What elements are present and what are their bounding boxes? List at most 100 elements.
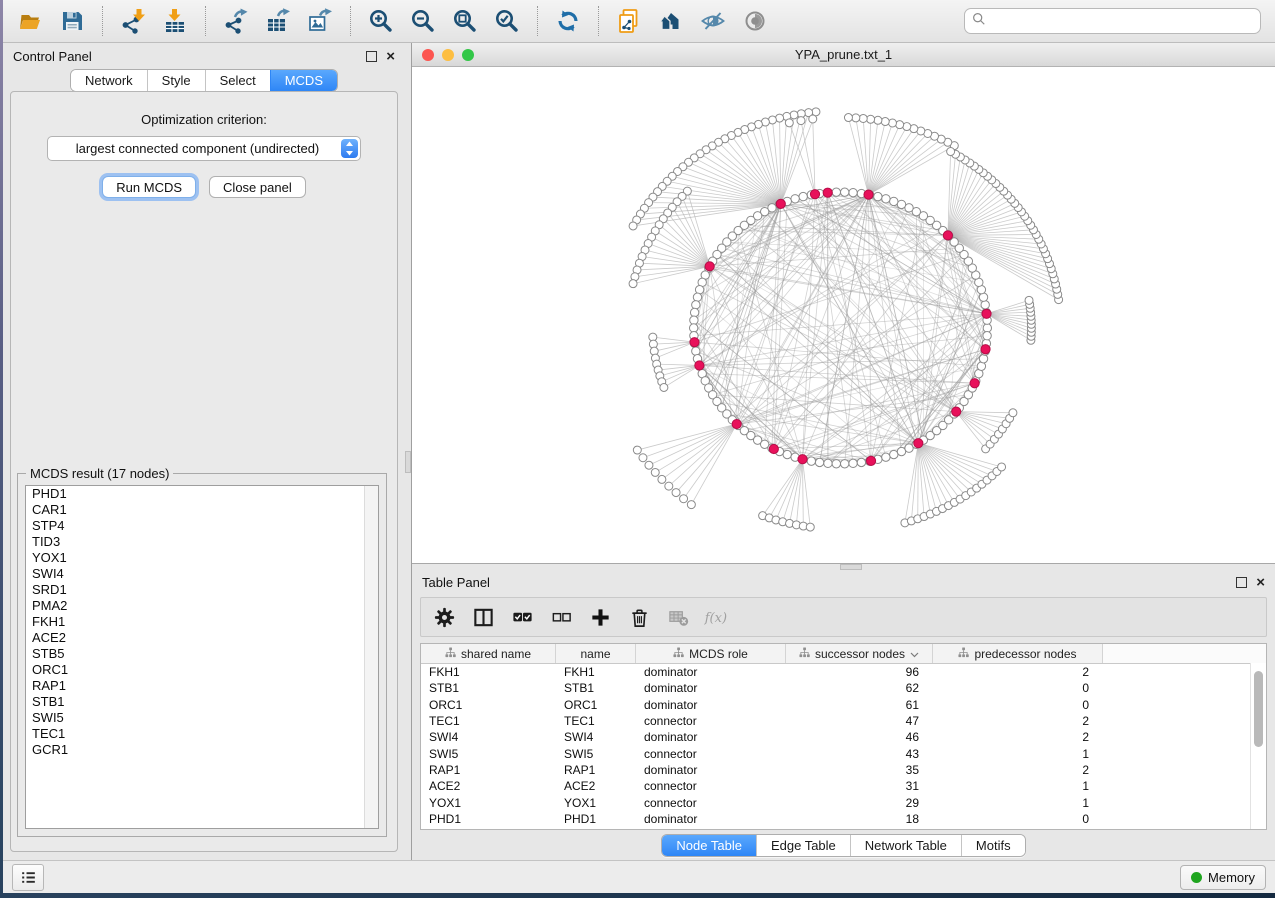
- graph-leaf-node[interactable]: [998, 463, 1006, 471]
- table-cell[interactable]: connector: [636, 714, 786, 728]
- table-cell[interactable]: RAP1: [556, 763, 636, 777]
- table-cell[interactable]: 18: [786, 812, 933, 826]
- zoom-fit-icon[interactable]: [449, 5, 481, 37]
- graph-node[interactable]: [890, 197, 898, 205]
- mcds-result-item[interactable]: RAP1: [26, 678, 378, 694]
- graph-mcds-hub-node[interactable]: [810, 190, 819, 199]
- graph-leaf-node[interactable]: [645, 461, 653, 469]
- graph-node[interactable]: [692, 301, 700, 309]
- graph-node[interactable]: [690, 308, 698, 316]
- table-cell[interactable]: RAP1: [421, 763, 556, 777]
- mcds-result-list[interactable]: PHD1CAR1STP4TID3YOX1SWI4SRD1PMA2FKH1ACE2…: [25, 485, 379, 829]
- graph-leaf-node[interactable]: [859, 114, 867, 122]
- table-cell[interactable]: FKH1: [556, 665, 636, 679]
- tab-node-table[interactable]: Node Table: [662, 835, 756, 856]
- graph-mcds-hub-node[interactable]: [776, 199, 785, 208]
- search-input[interactable]: [991, 11, 1260, 31]
- graph-node[interactable]: [841, 188, 849, 196]
- graph-mcds-hub-node[interactable]: [705, 262, 714, 271]
- table-cell[interactable]: ORC1: [556, 698, 636, 712]
- mcds-result-item[interactable]: STB1: [26, 694, 378, 710]
- zoom-out-icon[interactable]: [407, 5, 439, 37]
- graph-leaf-node[interactable]: [809, 115, 817, 123]
- graph-node[interactable]: [890, 450, 898, 458]
- graph-mcds-hub-node[interactable]: [970, 379, 979, 388]
- table-cell[interactable]: dominator: [636, 730, 786, 744]
- graph-leaf-node[interactable]: [785, 119, 793, 127]
- table-cell[interactable]: 2: [933, 665, 1103, 679]
- graph-leaf-node[interactable]: [672, 489, 680, 497]
- graph-leaf-node[interactable]: [639, 454, 647, 462]
- table-cell[interactable]: PHD1: [556, 812, 636, 826]
- refresh-layout-icon[interactable]: [552, 5, 584, 37]
- graph-node[interactable]: [791, 195, 799, 203]
- close-panel-icon[interactable]: ×: [386, 52, 395, 61]
- table-cell[interactable]: 0: [933, 698, 1103, 712]
- graph-leaf-node[interactable]: [888, 119, 896, 127]
- table-cell[interactable]: SWI5: [556, 747, 636, 761]
- vertical-splitter[interactable]: [405, 43, 411, 860]
- graph-mcds-hub-node[interactable]: [864, 190, 873, 199]
- graph-leaf-node[interactable]: [867, 115, 875, 123]
- graph-node[interactable]: [690, 316, 698, 324]
- deselect-all-rows-icon[interactable]: [548, 604, 574, 630]
- graph-mcds-hub-node[interactable]: [981, 345, 990, 354]
- close-panel-button[interactable]: Close panel: [209, 176, 306, 198]
- mcds-result-item[interactable]: FKH1: [26, 614, 378, 630]
- graph-mcds-hub-node[interactable]: [732, 419, 741, 428]
- tab-style[interactable]: Style: [147, 70, 205, 91]
- table-cell[interactable]: YOX1: [421, 796, 556, 810]
- float-panel-icon[interactable]: [366, 51, 377, 62]
- zoom-in-icon[interactable]: [365, 5, 397, 37]
- network-window-titlebar[interactable]: YPA_prune.txt_1: [412, 43, 1275, 67]
- tab-network-table[interactable]: Network Table: [850, 835, 961, 856]
- tab-network[interactable]: Network: [71, 70, 147, 91]
- table-row[interactable]: RAP1RAP1dominator352: [421, 762, 1266, 778]
- table-cell[interactable]: 0: [933, 812, 1103, 826]
- graph-mcds-hub-node[interactable]: [690, 338, 699, 347]
- column-header-predecessor-nodes[interactable]: predecessor nodes: [933, 644, 1103, 663]
- graph-node[interactable]: [983, 324, 991, 332]
- graph-leaf-node[interactable]: [1025, 296, 1033, 304]
- graph-node[interactable]: [815, 458, 823, 466]
- tab-motifs[interactable]: Motifs: [961, 835, 1025, 856]
- table-cell[interactable]: 1: [933, 747, 1103, 761]
- graph-mcds-hub-node[interactable]: [914, 439, 923, 448]
- run-mcds-button[interactable]: Run MCDS: [102, 176, 196, 198]
- graph-mcds-hub-node[interactable]: [695, 361, 704, 370]
- mcds-result-item[interactable]: TID3: [26, 534, 378, 550]
- table-cell[interactable]: PHD1: [421, 812, 556, 826]
- table-settings-icon[interactable]: [431, 604, 457, 630]
- graph-node[interactable]: [874, 192, 882, 200]
- mcds-result-item[interactable]: STP4: [26, 518, 378, 534]
- graph-node[interactable]: [897, 200, 905, 208]
- graph-mcds-hub-node[interactable]: [823, 188, 832, 197]
- mcds-result-item[interactable]: PHD1: [26, 486, 378, 502]
- table-cell[interactable]: SWI5: [421, 747, 556, 761]
- mcds-result-item[interactable]: SWI5: [26, 710, 378, 726]
- split-panel-icon[interactable]: [470, 604, 496, 630]
- table-row[interactable]: SWI5SWI5connector431: [421, 745, 1266, 761]
- export-network-icon[interactable]: [220, 5, 252, 37]
- export-table-icon[interactable]: [262, 5, 294, 37]
- tab-mcds[interactable]: MCDS: [270, 70, 337, 91]
- graph-leaf-node[interactable]: [852, 114, 860, 122]
- add-column-icon[interactable]: [587, 604, 613, 630]
- table-scrollbar[interactable]: [1250, 663, 1266, 829]
- graph-leaf-node[interactable]: [687, 501, 695, 509]
- table-cell[interactable]: 96: [786, 665, 933, 679]
- mcds-result-item[interactable]: GCR1: [26, 742, 378, 758]
- network-canvas[interactable]: [412, 67, 1275, 563]
- graph-mcds-hub-node[interactable]: [952, 407, 961, 416]
- memory-button[interactable]: Memory: [1180, 865, 1266, 890]
- table-cell[interactable]: SWI4: [421, 730, 556, 744]
- table-cell[interactable]: 1: [933, 796, 1103, 810]
- import-network-icon[interactable]: [117, 5, 149, 37]
- splitter-handle[interactable]: [840, 564, 862, 570]
- delete-table-icon[interactable]: [665, 604, 691, 630]
- mcds-result-item[interactable]: SRD1: [26, 582, 378, 598]
- table-row[interactable]: TEC1TEC1connector472: [421, 713, 1266, 729]
- table-row[interactable]: ORC1ORC1dominator610: [421, 697, 1266, 713]
- column-header-MCDS-role[interactable]: MCDS role: [636, 644, 786, 663]
- graph-node[interactable]: [807, 457, 815, 465]
